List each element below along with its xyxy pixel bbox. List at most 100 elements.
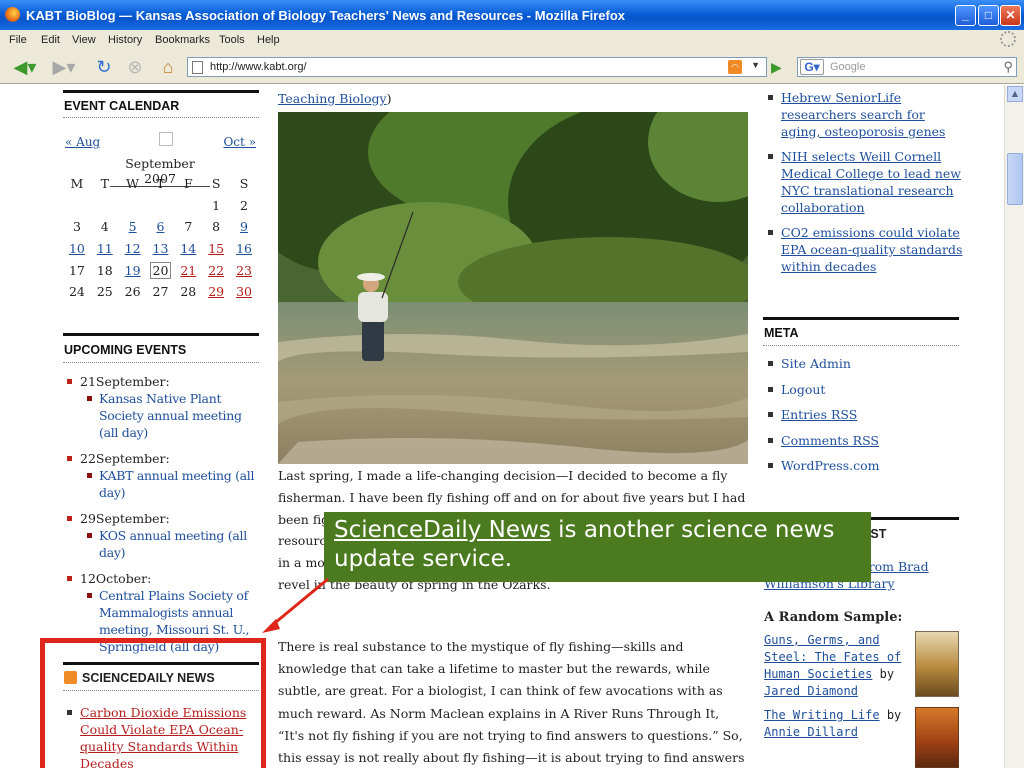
- reload-icon[interactable]: ↻: [93, 56, 115, 78]
- calendar-day[interactable]: 22: [202, 259, 230, 281]
- divider: [63, 333, 259, 336]
- calendar-day: 26: [124, 284, 141, 300]
- book-author-link[interactable]: Jared Diamond: [764, 684, 858, 698]
- meta-list: Site Admin Logout Entries RSS Comments RSS W…: [764, 355, 964, 483]
- search-box[interactable]: G▾ Google ⚲: [797, 57, 1017, 77]
- menu-edit[interactable]: Edit: [41, 34, 60, 46]
- page-icon: [192, 61, 203, 74]
- book-title-link[interactable]: The Writing Life: [764, 708, 880, 722]
- sciencedaily-article-link[interactable]: Carbon Dioxide Emissions Could Violate E…: [80, 705, 246, 768]
- calendar-day[interactable]: 19: [119, 259, 147, 281]
- home-icon[interactable]: ⌂: [156, 56, 180, 78]
- maximize-button[interactable]: □: [978, 5, 999, 26]
- throbber-icon: [1000, 31, 1016, 47]
- menu-file[interactable]: File: [9, 34, 27, 46]
- calendar-day: 17: [68, 262, 85, 278]
- event-date: 29September:: [80, 511, 170, 526]
- callout-link: ScienceDaily News: [334, 517, 551, 543]
- divider: [63, 362, 259, 363]
- calendar-day[interactable]: 9: [230, 216, 258, 238]
- calendar-prev-link[interactable]: « Aug: [65, 135, 100, 149]
- calendar-day: 3: [72, 219, 81, 235]
- calendar-day: 7: [184, 219, 193, 235]
- meta-item[interactable]: Comments RSS: [764, 432, 964, 449]
- calendar-day[interactable]: 30: [230, 281, 258, 303]
- vertical-scrollbar[interactable]: ▲: [1004, 85, 1024, 768]
- book-author-link[interactable]: Annie Dillard: [764, 725, 858, 739]
- sciencedaily-list: Carbon Dioxide Emissions Could Violate E…: [63, 704, 259, 768]
- calendar-day[interactable]: 29: [202, 281, 230, 303]
- menu-view[interactable]: View: [72, 34, 96, 46]
- book-cover-image[interactable]: [915, 631, 959, 697]
- event-link[interactable]: Kansas Native Plant Society annual meeti…: [80, 390, 263, 441]
- calendar-day: 18: [96, 262, 113, 278]
- meta-item[interactable]: Entries RSS: [764, 406, 964, 423]
- calendar-day: 8: [212, 219, 221, 235]
- forward-button[interactable]: ▶▾: [50, 56, 78, 78]
- upcoming-events-list: 21September: Kansas Native Plant Society …: [63, 373, 263, 664]
- calendar-next-link[interactable]: Oct »: [223, 135, 256, 149]
- event-link[interactable]: KOS annual meeting (all day): [80, 527, 263, 561]
- meta-item[interactable]: Logout: [764, 381, 964, 398]
- book-cover-image[interactable]: [915, 707, 959, 768]
- stop-icon[interactable]: ⊗: [124, 56, 146, 78]
- calendar-day: 27: [152, 284, 169, 300]
- rss-feed-icon[interactable]: ◠: [728, 60, 742, 74]
- divider: [63, 690, 259, 691]
- google-engine-icon[interactable]: G▾: [800, 59, 824, 75]
- book-entry: The Writing Life by Annie Dillard: [764, 708, 902, 739]
- calendar-day[interactable]: 13: [147, 238, 175, 260]
- calendar-day: 28: [180, 284, 197, 300]
- calendar-day[interactable]: 12: [119, 238, 147, 260]
- news-article-link[interactable]: NIH selects Weill Cornell Medical Colleg…: [781, 149, 961, 215]
- calendar-day[interactable]: 6: [147, 216, 175, 238]
- meta-item[interactable]: Site Admin: [764, 355, 964, 372]
- teaching-biology-link[interactable]: Teaching Biology: [278, 91, 387, 106]
- meta-item[interactable]: WordPress.com: [764, 457, 964, 474]
- minimize-button[interactable]: _: [955, 5, 976, 26]
- calendar-day[interactable]: 23: [230, 259, 258, 281]
- search-icon[interactable]: ⚲: [1003, 59, 1013, 75]
- calendar-day[interactable]: 10: [63, 238, 91, 260]
- close-button[interactable]: ✕: [1000, 5, 1021, 26]
- calendar-day[interactable]: 14: [174, 238, 202, 260]
- calendar-day: [147, 195, 175, 217]
- menu-help[interactable]: Help: [257, 34, 280, 46]
- divider: [63, 117, 259, 118]
- calendar-day[interactable]: 16: [230, 238, 258, 260]
- event-calendar-title: EVENT CALENDAR: [64, 99, 180, 113]
- news-article-link[interactable]: CO2 emissions could violate EPA ocean-qu…: [781, 225, 962, 274]
- list-item: CO2 emissions could violate EPA ocean-qu…: [764, 224, 964, 275]
- fly-fishing-photo: [278, 112, 748, 464]
- scroll-thumb[interactable]: [1007, 153, 1023, 205]
- back-button[interactable]: ◀▾: [8, 56, 42, 78]
- calendar-day[interactable]: 15: [202, 238, 230, 260]
- rss-icon[interactable]: [64, 671, 77, 684]
- calendar-day[interactable]: 5: [119, 216, 147, 238]
- url-text: http://www.kabt.org/: [210, 61, 307, 73]
- event-group: 21September: Kansas Native Plant Society …: [63, 373, 263, 441]
- event-link[interactable]: KABT annual meeting (all day): [80, 467, 263, 501]
- news-article-link[interactable]: Hebrew SeniorLife researchers search for…: [781, 90, 945, 139]
- calendar-day[interactable]: 11: [91, 238, 119, 260]
- list-item: Hebrew SeniorLife researchers search for…: [764, 89, 964, 140]
- event-date: 12October:: [80, 571, 152, 586]
- scroll-up-button[interactable]: ▲: [1007, 86, 1023, 102]
- news-list: Hebrew SeniorLife researchers search for…: [764, 89, 964, 283]
- divider: [63, 90, 259, 93]
- weekday-header: T: [156, 176, 165, 192]
- navigation-toolbar: ◀▾ ▶▾ ↻ ⊗ ⌂ http://www.kabt.org/ ◠ ▼ ▶ G…: [0, 50, 1024, 84]
- menu-bookmarks[interactable]: Bookmarks: [155, 34, 210, 46]
- event-group: 22September: KABT annual meeting (all day…: [63, 450, 263, 501]
- menu-bar: File Edit View History Bookmarks Tools H…: [0, 30, 1024, 50]
- calendar-day[interactable]: 21: [174, 259, 202, 281]
- weekday-header: M: [70, 176, 84, 192]
- photo-caption-tail: Teaching Biology): [278, 91, 392, 106]
- go-button[interactable]: ▶: [771, 59, 787, 75]
- menu-history[interactable]: History: [108, 34, 142, 46]
- url-bar[interactable]: http://www.kabt.org/ ◠ ▼: [187, 57, 767, 77]
- calendar-day: [119, 195, 147, 217]
- url-dropdown-icon[interactable]: ▼: [751, 60, 760, 70]
- menu-tools[interactable]: Tools: [219, 34, 245, 46]
- window-titlebar[interactable]: KABT BioBlog — Kansas Association of Bio…: [0, 0, 1024, 30]
